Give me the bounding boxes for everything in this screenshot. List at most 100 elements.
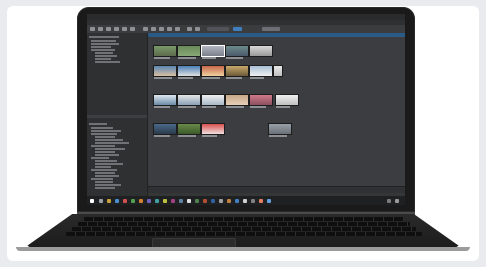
thumbnail[interactable]: [273, 65, 283, 77]
sidebar-item[interactable]: [95, 148, 125, 150]
sidebar-item[interactable]: [95, 136, 115, 138]
sidebar-item[interactable]: [95, 151, 115, 153]
folder-icon[interactable]: [107, 199, 111, 203]
sidebar-item[interactable]: [95, 163, 123, 165]
app-icon[interactable]: [139, 199, 143, 203]
thumbnail[interactable]: [249, 65, 273, 77]
sidebar-heading: [89, 36, 119, 38]
primary-button[interactable]: [233, 27, 242, 31]
sidebar-item[interactable]: [91, 40, 116, 42]
delete-icon[interactable]: [122, 27, 127, 31]
back-icon[interactable]: [90, 27, 95, 31]
view-icon[interactable]: [143, 27, 148, 31]
secondary-button[interactable]: [262, 27, 280, 31]
thumbnail[interactable]: [153, 45, 177, 57]
sidebar-item[interactable]: [95, 181, 113, 183]
app-icon[interactable]: [259, 199, 263, 203]
thumbnail[interactable]: [153, 94, 177, 106]
thumbnail[interactable]: [268, 123, 292, 135]
thumbnail[interactable]: [201, 94, 225, 106]
app-icon[interactable]: [203, 199, 207, 203]
app-icon[interactable]: [227, 199, 231, 203]
thumbnail[interactable]: [201, 123, 225, 135]
app-icon[interactable]: [211, 199, 215, 203]
app-icon[interactable]: [179, 199, 183, 203]
thumbnail[interactable]: [249, 94, 273, 106]
search-icon[interactable]: [99, 199, 103, 203]
sidebar-item[interactable]: [91, 46, 111, 48]
sidebar-item[interactable]: [95, 172, 115, 174]
sidebar-item[interactable]: [91, 43, 119, 45]
thumbnail[interactable]: [201, 45, 225, 57]
sidebar-item[interactable]: [95, 160, 117, 162]
sidebar-item[interactable]: [91, 178, 113, 180]
thumbnail-caption: [178, 135, 196, 137]
rotate-icon[interactable]: [130, 27, 135, 31]
sidebar-item[interactable]: [95, 58, 111, 60]
keyboard-row: [78, 222, 410, 226]
sidebar-item[interactable]: [91, 169, 117, 171]
folder-icon[interactable]: [106, 27, 111, 31]
sidebar-item[interactable]: [95, 187, 115, 189]
thumbnail[interactable]: [201, 65, 225, 77]
thumbnail[interactable]: [177, 45, 201, 57]
thumbnail-caption: [226, 77, 242, 79]
thumbnail[interactable]: [153, 123, 177, 135]
sidebar-item[interactable]: [95, 154, 119, 156]
copy-icon[interactable]: [114, 27, 119, 31]
app-icon[interactable]: [251, 199, 255, 203]
sidebar-item[interactable]: [95, 184, 121, 186]
sidebar-item[interactable]: [95, 142, 129, 144]
sidebar-item[interactable]: [91, 145, 115, 147]
thumbnail[interactable]: [225, 65, 249, 77]
sidebar-item[interactable]: [95, 61, 120, 63]
thumbnail[interactable]: [177, 94, 201, 106]
system-tray-icon[interactable]: [387, 199, 391, 203]
zoom-icon[interactable]: [187, 27, 192, 31]
sidebar-item[interactable]: [95, 166, 111, 168]
sidebar-item[interactable]: [91, 49, 115, 51]
sort-icon[interactable]: [167, 27, 172, 31]
view-icon[interactable]: [151, 27, 156, 31]
thumbnail[interactable]: [225, 94, 249, 106]
status-bar: [148, 186, 405, 193]
sidebar-item[interactable]: [95, 175, 119, 177]
app-icon[interactable]: [163, 199, 167, 203]
app-icon[interactable]: [171, 199, 175, 203]
thumbnail[interactable]: [275, 94, 299, 106]
app-icon[interactable]: [187, 199, 191, 203]
zoom-icon[interactable]: [195, 27, 200, 31]
start-icon[interactable]: [90, 199, 94, 203]
taskbar: [87, 196, 405, 205]
sidebar-item[interactable]: [95, 139, 123, 141]
thumbnail[interactable]: [225, 45, 249, 57]
sidebar-divider[interactable]: [87, 115, 147, 118]
search-input[interactable]: [207, 27, 229, 31]
view-icon[interactable]: [159, 27, 164, 31]
sidebar-item[interactable]: [95, 55, 117, 57]
notification-icon[interactable]: [395, 199, 399, 203]
thumbnail[interactable]: [249, 45, 273, 57]
sidebar-item[interactable]: [95, 52, 113, 54]
thumbnail[interactable]: [153, 65, 177, 77]
sidebar-item[interactable]: [91, 133, 117, 135]
sidebar-item[interactable]: [91, 157, 109, 159]
thumbnail-caption: [202, 106, 216, 108]
filter-icon[interactable]: [175, 27, 180, 31]
app-icon[interactable]: [155, 199, 159, 203]
app-icon[interactable]: [267, 199, 271, 203]
app-icon[interactable]: [235, 199, 239, 203]
thumbnail[interactable]: [177, 123, 201, 135]
thumbnail[interactable]: [177, 65, 201, 77]
app-icon[interactable]: [195, 199, 199, 203]
app-icon[interactable]: [219, 199, 223, 203]
thumbnail-caption: [154, 77, 172, 79]
sidebar-item[interactable]: [91, 130, 121, 132]
app-icon[interactable]: [123, 199, 127, 203]
sidebar-item[interactable]: [91, 127, 113, 129]
forward-icon[interactable]: [98, 27, 103, 31]
browser-icon[interactable]: [115, 199, 119, 203]
app-icon[interactable]: [131, 199, 135, 203]
app-icon[interactable]: [147, 199, 151, 203]
app-icon[interactable]: [243, 199, 247, 203]
